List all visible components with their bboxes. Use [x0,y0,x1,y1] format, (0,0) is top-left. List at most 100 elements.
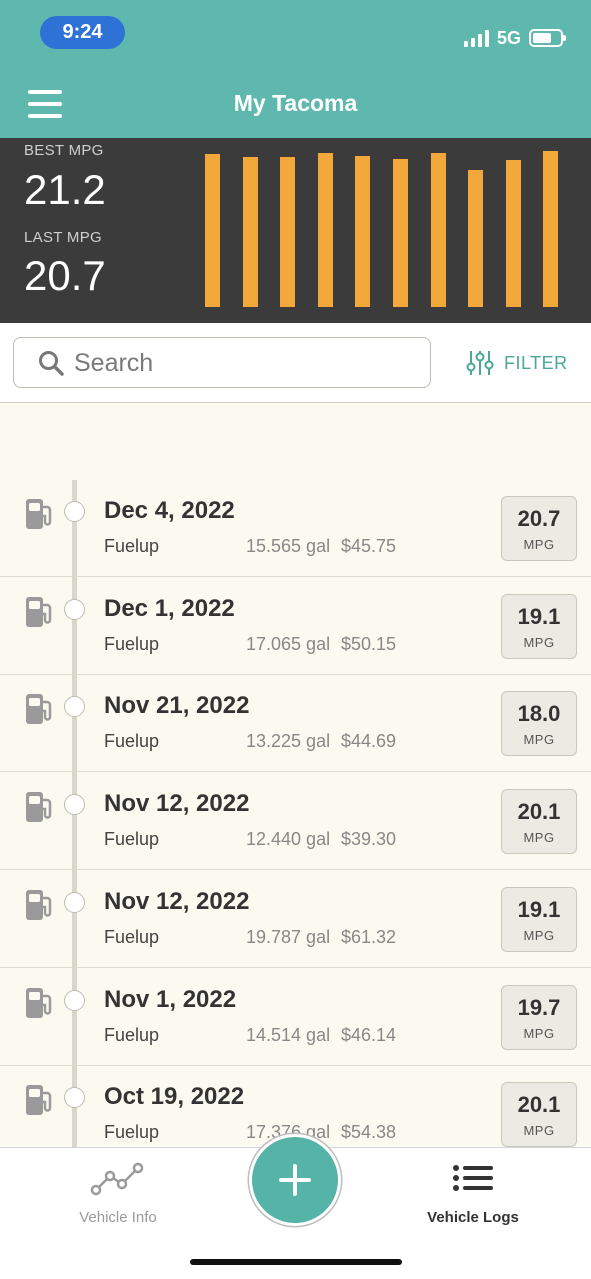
mpg-unit: MPG [523,830,555,846]
timeline-dot [64,501,85,522]
log-type: Fuelup [104,731,160,752]
mpg-value: 20.7 [517,506,561,531]
search-row: FILTER [0,323,591,403]
mpg-badge: 19.1 MPG [501,593,577,659]
mpg-badge: 18.0 MPG [501,691,577,757]
mpg-bar [505,160,521,307]
log-cost: $45.75 [341,536,397,556]
vehicle-log-list: Dec 4, 2022 Fuelup 15.565 gal $45.75 20.7 MPG… [0,480,591,1147]
tab-vehicle-logs[interactable]: Vehicle Logs [403,1162,543,1226]
mpg-bar [468,170,484,307]
timeline-dot [64,989,85,1011]
mpg-badge: 20.7 MPG [501,496,577,561]
mpg-unit: MPG [523,927,555,943]
mpg-unit: MPG [523,732,555,748]
best-mpg-value: 21.2 [24,166,106,213]
status-time: 9:24 [40,16,125,49]
mpg-value: 19.1 [517,896,561,922]
add-log-button[interactable] [249,1134,341,1226]
mpg-badge: 19.1 MPG [501,886,577,952]
mpg-badge: 20.1 MPG [501,1082,577,1147]
log-cost: $46.14 [341,1024,397,1045]
mpg-bar [355,156,371,307]
fuel-pump-icon [26,889,52,920]
log-type: Fuelup [104,1122,160,1143]
fuel-pump-icon [26,1085,52,1116]
mpg-bar [543,151,559,307]
log-cost: $39.30 [341,829,397,850]
log-date: Dec 1, 2022 [104,594,235,622]
best-mpg-label: BEST MPG [24,142,104,159]
filter-button[interactable]: FILTER [466,347,568,379]
mpg-unit: MPG [523,1025,555,1041]
sliders-icon [466,351,494,375]
log-date: Nov 1, 2022 [104,985,237,1013]
tab-vehicle-info[interactable]: Vehicle Info [48,1162,188,1226]
mpg-summary-panel: BEST MPG 21.2 LAST MPG 20.7 [0,138,591,323]
log-row[interactable]: Nov 1, 2022 Fuelup 14.514 gal $46.14 19.7 MPG [0,969,591,1066]
mpg-unit: MPG [523,1123,555,1139]
log-row[interactable]: Dec 1, 2022 Fuelup 17.065 gal $50.15 19.1 MPG [0,578,591,675]
mpg-bar-chart [190,138,570,323]
log-cost: $54.38 [341,1122,397,1143]
log-date: Nov 21, 2022 [104,692,250,720]
log-row[interactable]: Nov 21, 2022 Fuelup 13.225 gal $44.69 18.0 MP… [0,675,591,773]
log-row[interactable]: Dec 4, 2022 Fuelup 15.565 gal $45.75 20.7 MPG [0,480,591,577]
log-gallons: 12.440 gal [246,829,331,850]
search-input[interactable] [74,344,414,382]
tab-vehicle-info-label: Vehicle Info [79,1209,157,1226]
timeline-dot [64,1087,85,1109]
filter-label: FILTER [504,352,568,373]
last-mpg-value: 20.7 [24,252,106,299]
tab-vehicle-logs-label: Vehicle Logs [427,1209,519,1226]
timeline-dot [64,891,85,913]
list-icon [453,1165,493,1191]
log-date: Dec 4, 2022 [104,497,235,524]
line-graph-icon [90,1162,144,1196]
fuel-pump-icon [26,499,52,529]
mpg-unit: MPG [523,634,555,650]
mpg-value: 18.0 [517,701,561,727]
fuel-pump-icon [26,792,52,823]
network-label: 5G [496,27,521,48]
log-cost: $50.15 [341,633,397,654]
timeline-dot [64,598,85,620]
log-date: Oct 19, 2022 [104,1083,245,1111]
log-type: Fuelup [104,1024,160,1045]
home-indicator [190,1259,402,1265]
mpg-bar [430,153,446,307]
fuel-pump-icon [26,596,52,627]
mpg-bar [242,157,258,307]
log-gallons: 14.514 gal [246,1024,331,1045]
log-row[interactable]: Nov 12, 2022 Fuelup 12.440 gal $39.30 20.1 MP… [0,773,591,871]
log-gallons: 13.225 gal [246,731,331,752]
status-icons: 5G [463,24,566,52]
app-header: 9:24 5G My Tacoma [0,0,591,138]
mpg-bar [393,159,408,307]
search-box[interactable] [13,337,431,388]
mpg-value: 20.1 [517,1092,561,1118]
log-type: Fuelup [104,633,160,654]
timeline-dot [64,696,85,718]
log-cost: $61.32 [341,926,397,947]
last-mpg-label: LAST MPG [24,229,102,246]
mpg-value: 20.1 [517,799,561,825]
mpg-unit: MPG [523,537,555,552]
mpg-value: 19.1 [517,603,561,629]
battery-icon [529,29,566,47]
mpg-bar [280,157,296,307]
mpg-badge: 19.7 MPG [501,984,577,1050]
log-type: Fuelup [104,536,160,556]
log-type: Fuelup [104,829,160,850]
timeline-dot [64,794,85,816]
log-date: Nov 12, 2022 [104,790,250,818]
log-type: Fuelup [104,926,160,947]
log-gallons: 17.065 gal [246,633,331,654]
mpg-bar [205,154,220,307]
mpg-bar [317,153,333,307]
search-icon [39,351,64,376]
signal-icon [463,29,489,47]
log-row[interactable]: Nov 12, 2022 Fuelup 19.787 gal $61.32 19.1 MP… [0,871,591,968]
mpg-badge: 20.1 MPG [501,789,577,855]
log-gallons: 19.787 gal [246,926,331,947]
